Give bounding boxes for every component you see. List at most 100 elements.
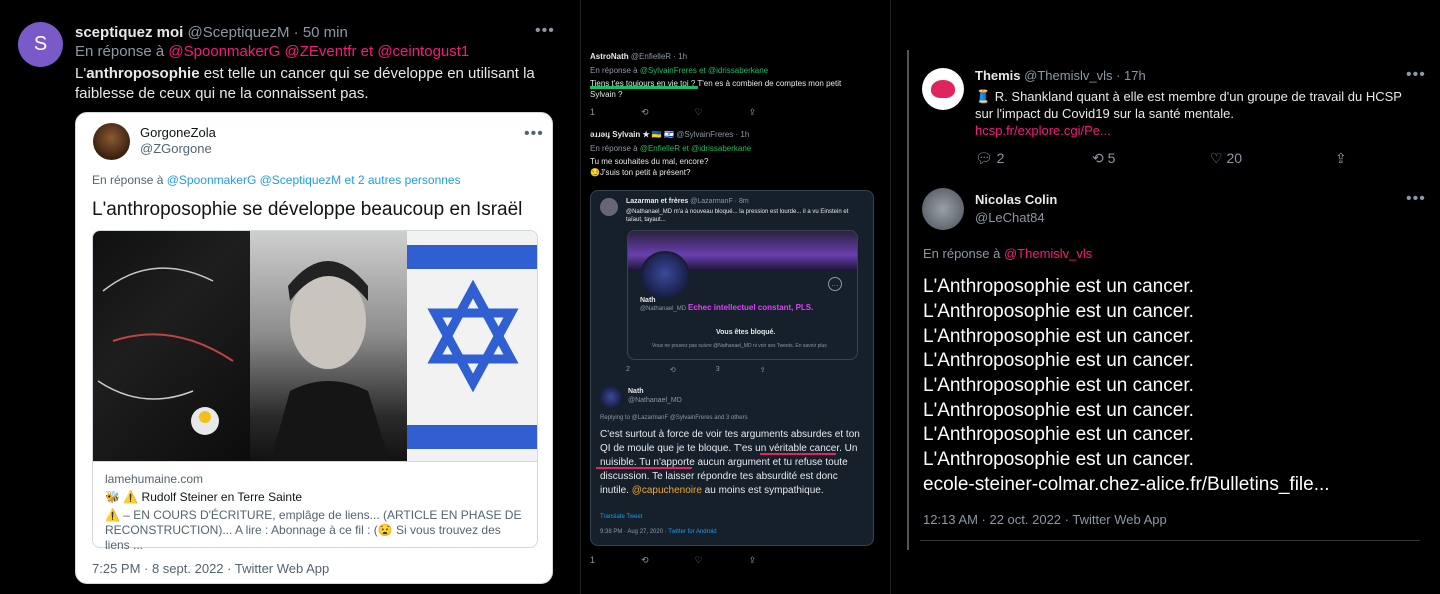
tweet-actions: 1 ⟲ ♡ ⇪ — [590, 107, 756, 118]
flag-image — [407, 231, 537, 461]
share-icon[interactable]: ⇪ — [749, 107, 757, 118]
translate-link: Translate Tweet — [600, 514, 643, 520]
reply-context: En réponse à @SpoonmakerG @ZEventfr et @… — [75, 43, 470, 60]
tweet-actions: 2 ⟲ 3 ⇪ — [626, 366, 766, 374]
author-handle: @LazarmanF · 8m — [690, 198, 749, 205]
avatar[interactable] — [922, 188, 964, 230]
quoted-tweet[interactable]: GorgoneZola @ZGorgone ••• En réponse à @… — [75, 112, 553, 584]
profile-name: Nath — [640, 297, 656, 304]
avatar[interactable] — [922, 68, 964, 110]
tweet-panel-left: S sceptiquez moi @SceptiquezM · 50 min •… — [0, 0, 580, 594]
tweet-text-line: L'Anthroposophie est un cancer. — [923, 424, 1194, 445]
tweet-link[interactable]: hcsp.fr/explore.cgi/Pe... — [975, 123, 1111, 138]
mention-link[interactable]: @Themislv_vls — [1004, 246, 1092, 261]
tweet-time[interactable]: 50 min — [303, 24, 348, 41]
more-icon[interactable]: ••• — [1406, 190, 1426, 208]
more-mentions-link[interactable]: et 2 autres personnes — [345, 173, 461, 187]
thread-line — [907, 50, 909, 550]
author-handle[interactable]: @Themislv_vls · 17h — [1024, 68, 1146, 83]
tweet-header: AstroNath @EnfielleR · 1h — [590, 52, 687, 61]
tweet-actions: 1 ⟲ ♡ ⇪ — [590, 555, 756, 566]
author-name: Lazarman et frères — [626, 198, 689, 205]
tweet-text: L'anthroposophie est telle un cancer qui… — [75, 65, 535, 102]
like-button[interactable]: ♡ 20 — [1210, 150, 1242, 167]
tweet-header: sceptiquez moi @SceptiquezM · 50 min — [75, 24, 348, 41]
mention-link: @capuchenoire — [631, 485, 702, 496]
author-name[interactable]: ǝɹɹǝıɟ Sylvain ★ 🇺🇦 🇮🇱 — [590, 130, 674, 139]
more-icon[interactable]: ••• — [1406, 66, 1426, 84]
like-icon[interactable]: ♡ — [695, 555, 703, 566]
tweet-text-line: 😏J'suis ton petit à présent? — [590, 168, 691, 177]
author-name[interactable]: sceptiquez moi — [75, 24, 183, 41]
author-name[interactable]: Nicolas Colin — [975, 192, 1057, 207]
link-card[interactable]: lamehumaine.com 🐝 ⚠️ Rudolf Steiner en T… — [92, 462, 538, 552]
blocked-subtitle: Vous ne pouvez pas suivre @Nathanael_MD … — [652, 343, 827, 349]
tweet-text-line: L'Anthroposophie est un cancer. — [923, 375, 1194, 396]
replying-to: Replying to @LazarmanF @SylvainFreres an… — [600, 415, 748, 421]
retweet-icon: ⟲ — [669, 367, 676, 374]
like-count: 3 — [715, 366, 720, 373]
link-card-image[interactable] — [92, 230, 538, 462]
mention-link[interactable]: @EnfielleR et @idrissaberkane — [640, 144, 751, 153]
share-icon[interactable]: ⇪ — [749, 555, 757, 566]
avatar[interactable] — [93, 123, 130, 160]
author-handle[interactable]: @SceptiquezM — [188, 24, 290, 41]
tweet-header: Themis @Themislv_vls · 17h — [975, 68, 1146, 83]
retweet-icon[interactable]: ⟲ — [641, 107, 649, 118]
tweet-text: L'anthroposophie se développe beaucoup e… — [92, 199, 523, 220]
blackboard-image — [93, 231, 250, 461]
highlight-underline — [590, 86, 698, 89]
tweet-header: Lazarman et frères @LazarmanF · 8m — [626, 198, 749, 205]
mention-link[interactable]: @ceintogust1 — [377, 43, 469, 60]
mention-link[interactable]: @ZEventfr — [285, 43, 357, 60]
like-icon[interactable]: ♡ — [695, 107, 703, 118]
link-description: ⚠️ – EN COURS D'ÉCRITURE, emplâge de lie… — [105, 508, 522, 552]
tweet-text-line: L'Anthroposophie est un cancer. — [923, 400, 1194, 421]
tweet-text-line: Tu me souhaites du mal, encore? — [590, 157, 709, 166]
tweet-text-line: L'Anthroposophie est un cancer. — [923, 449, 1194, 470]
retweet-icon[interactable]: ⟲ — [641, 555, 649, 566]
tweet-timestamp[interactable]: 7:25 PM · 8 sept. 2022 · Twitter Web App — [92, 561, 329, 576]
avatar — [640, 251, 690, 301]
author-name[interactable]: AstroNath — [590, 52, 629, 61]
blocked-title: Vous êtes bloqué. — [716, 329, 776, 336]
retweet-button[interactable]: ⟲ 5 — [1092, 150, 1115, 167]
profile-bio: Echec intellectuel constant, PLS. — [688, 303, 814, 312]
profile-handle: @Nathanael_MD — [640, 306, 687, 312]
author-handle[interactable]: @ZGorgone — [140, 141, 212, 156]
reply-count[interactable]: 1 — [590, 107, 595, 118]
reply-button[interactable]: 💬︎ 2 — [975, 150, 1004, 167]
tweet-link[interactable]: ecole-steiner-colmar.chez-alice.fr/Bulle… — [923, 474, 1330, 496]
tweet-text: C'est surtout à force de voir tes argume… — [600, 429, 860, 496]
tweet-timestamp: 9:38 PM · Aug 27, 2020 · Twitter for And… — [600, 529, 717, 535]
author-name[interactable]: GorgoneZola — [140, 125, 216, 140]
highlight-underline — [596, 467, 692, 469]
tweet-timestamp[interactable]: 12:13 AM · 22 oct. 2022 · Twitter Web Ap… — [923, 512, 1167, 527]
reply-count: 2 — [626, 366, 630, 373]
avatar — [600, 386, 622, 408]
more-icon[interactable]: ••• — [524, 125, 544, 143]
profile-card: … Nath @Nathanael_MD Echec intellectuel … — [627, 230, 858, 360]
more-icon[interactable]: ••• — [535, 22, 555, 40]
author-handle[interactable]: @LeChat84 — [975, 210, 1045, 225]
reply-context: En réponse à @SpoonmakerG @SceptiquezM e… — [92, 173, 461, 187]
share-icon: ⇪ — [759, 367, 766, 374]
portrait-image — [250, 231, 407, 461]
author-name[interactable]: Themis — [975, 68, 1021, 83]
avatar[interactable]: S — [18, 22, 63, 67]
tweet-text-line: L'Anthroposophie est un cancer. — [923, 301, 1194, 322]
tweet-text-line: L'Anthroposophie est un cancer. — [923, 350, 1194, 371]
more-icon: … — [828, 277, 842, 291]
reply-context: En réponse à @EnfielleR et @idrissaberka… — [590, 144, 752, 153]
author-handle[interactable]: @SylvainFreres · 1h — [676, 130, 749, 139]
link-title: 🐝 ⚠️ Rudolf Steiner en Terre Sainte — [105, 490, 303, 504]
reply-count[interactable]: 1 — [590, 555, 595, 566]
tweet-text: Tiens t'es toujours en vie toi ? T'en es… — [590, 79, 842, 99]
mention-link[interactable]: @SylvainFreres et @idrissaberkane — [640, 66, 768, 75]
mention-link[interactable]: @SpoonmakerG @SceptiquezM — [167, 173, 341, 187]
tweet-text-line: L'Anthroposophie est un cancer. — [923, 326, 1194, 347]
author-handle[interactable]: @EnfielleR · 1h — [631, 52, 687, 61]
avatar — [600, 198, 618, 216]
share-icon[interactable]: ⇪ — [1335, 150, 1347, 167]
mention-link[interactable]: @SpoonmakerG — [168, 43, 280, 60]
